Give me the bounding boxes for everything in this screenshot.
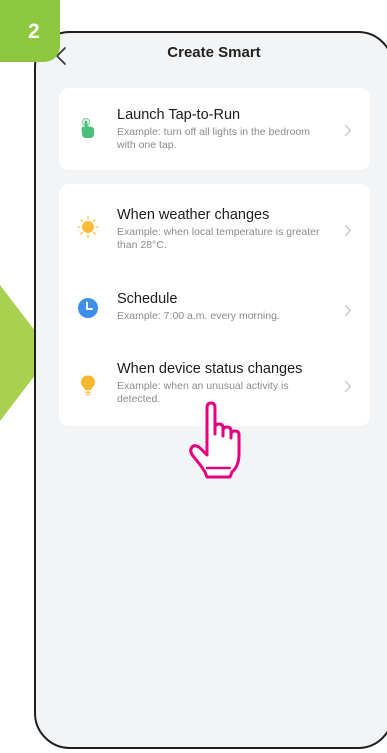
- list-item-subtitle: Example: when local temperature is great…: [117, 226, 320, 251]
- list-item-subtitle: Example: turn off all lights in the bedr…: [117, 126, 310, 151]
- list-item-title: When weather changes: [117, 207, 270, 223]
- chevron-right-icon: [344, 304, 352, 317]
- step-number-badge: 2: [0, 0, 60, 62]
- lightbulb-icon: [81, 375, 95, 396]
- chevron-right-icon: [344, 380, 352, 393]
- list-item-launch-tap-to-run[interactable]: Launch Tap-to-Run Example: turn off all …: [59, 94, 370, 164]
- step-number: 2: [28, 20, 40, 43]
- pointing-hand-icon: [189, 401, 241, 479]
- page-title: Create Smart: [167, 44, 261, 61]
- list-item-subtitle: Example: 7:00 a.m. every morning.: [117, 310, 280, 322]
- chevron-right-icon: [344, 224, 352, 237]
- condition-card: When weather changes Example: when local…: [59, 184, 370, 426]
- list-item-schedule[interactable]: Schedule Example: 7:00 a.m. every mornin…: [59, 274, 370, 344]
- clock-icon: [78, 298, 98, 318]
- phone-frame: Create Smart Launch Tap-to-Run Example: …: [34, 31, 387, 749]
- sun-icon: [77, 216, 99, 238]
- tap-hand-icon: [81, 117, 94, 138]
- list-item-weather[interactable]: When weather changes Example: when local…: [59, 194, 370, 264]
- instruction-screenshot: 2 Create Smart Launch Tap-to-Run Example…: [0, 0, 387, 753]
- list-item-title: When device status changes: [117, 361, 303, 377]
- list-item-title: Launch Tap-to-Run: [117, 107, 241, 123]
- chevron-right-icon: [344, 124, 352, 137]
- list-item-title: Schedule: [117, 291, 178, 307]
- tap-to-run-card: Launch Tap-to-Run Example: turn off all …: [59, 88, 370, 170]
